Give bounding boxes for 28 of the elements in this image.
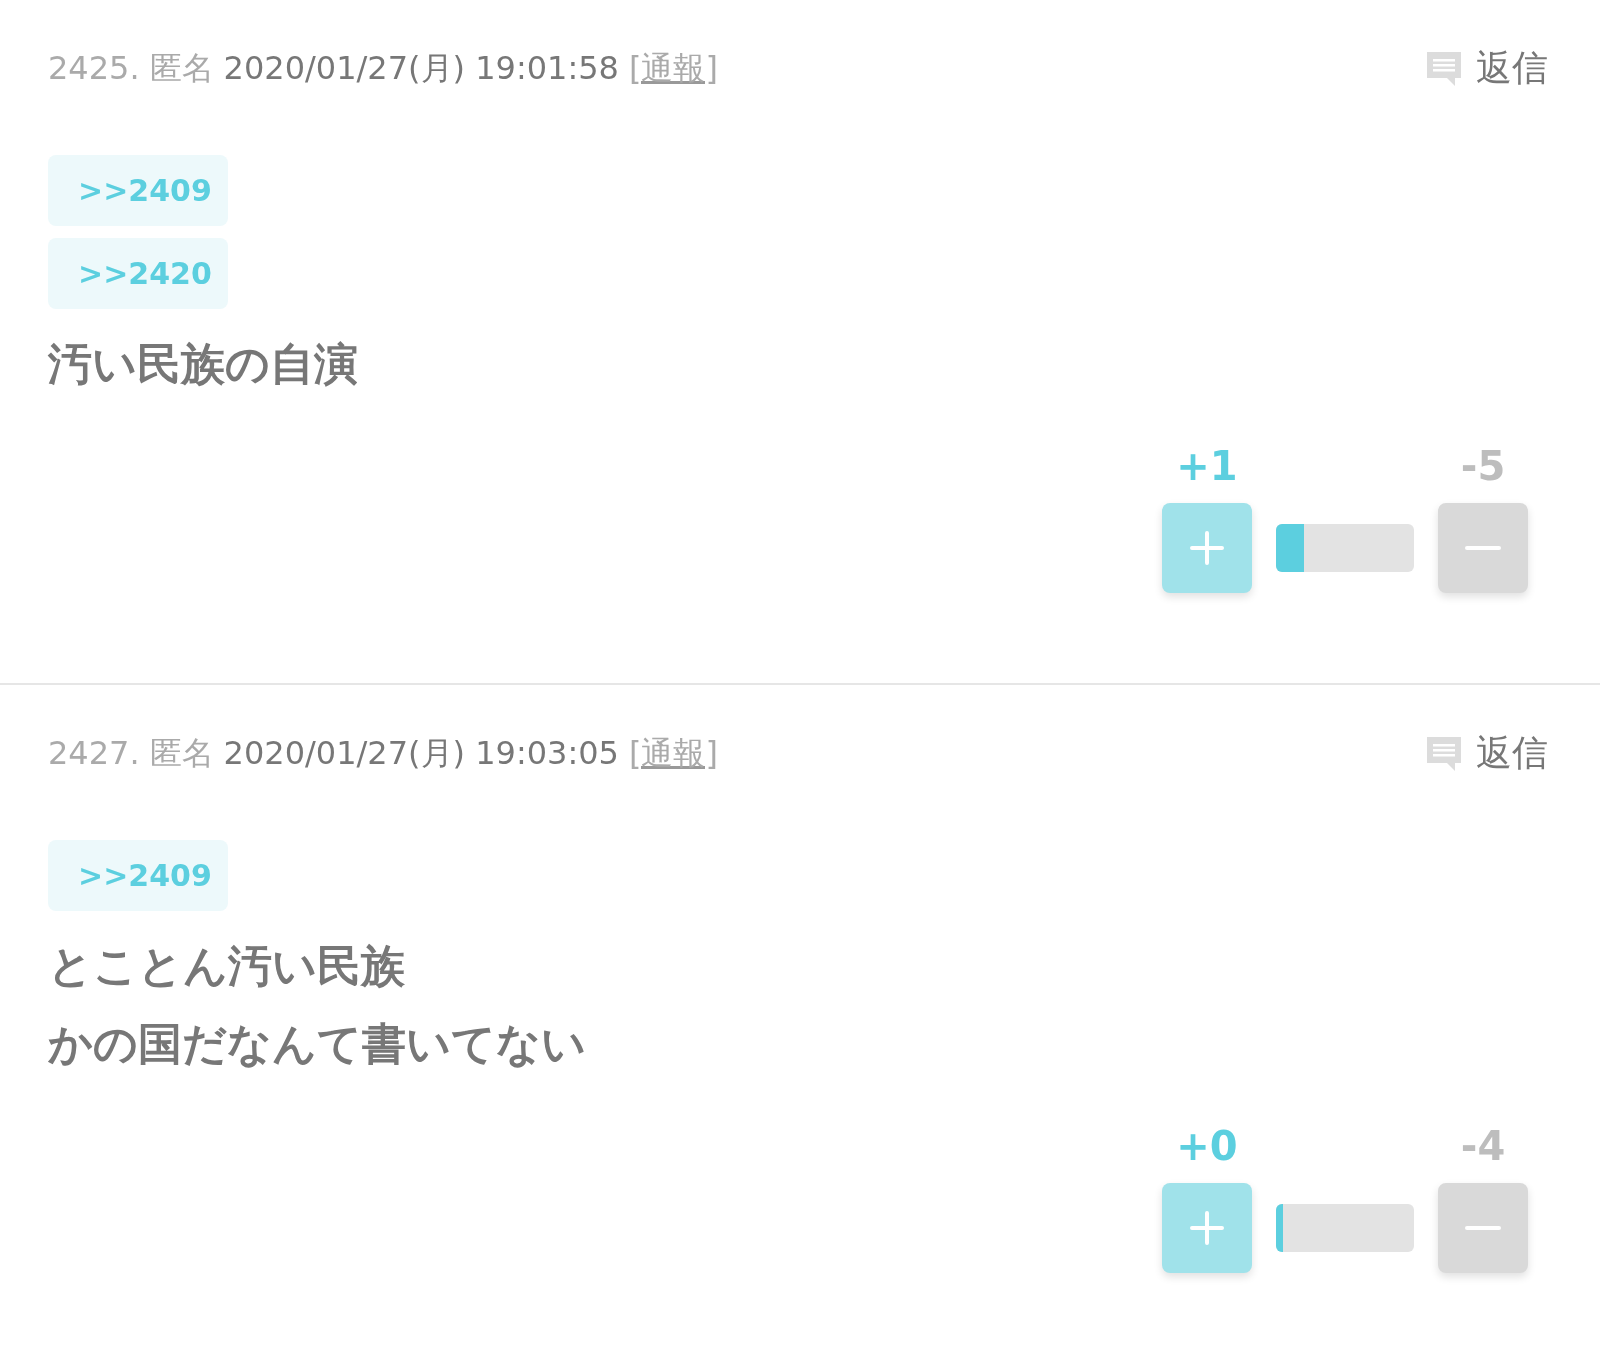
post-body-line: とことん汚い民族 [48, 939, 406, 993]
downvote-count: -4 [1460, 1123, 1506, 1169]
minus-icon [1463, 545, 1503, 551]
minus-icon [1463, 1225, 1503, 1231]
reply-button[interactable]: 返信 [1424, 729, 1548, 778]
report-link[interactable]: [通報] [628, 731, 718, 776]
post-datetime: 2020/01/27(月) 19:03:05 [223, 732, 619, 774]
reply-anchor-link[interactable]: >>2409 [48, 840, 228, 911]
post-number: 2425. [48, 48, 140, 87]
downvote-button[interactable] [1438, 1183, 1528, 1273]
reply-anchor-link[interactable]: >>2420 [48, 238, 228, 309]
poster-name: 匿名 [149, 47, 214, 89]
upvote-button[interactable] [1162, 503, 1252, 593]
post-body-line: 汚い民族の自演 [48, 337, 359, 391]
post-body-line: かの国だなんて書いてない [48, 1017, 587, 1071]
plus-icon [1187, 528, 1227, 568]
poster-name: 匿名 [149, 732, 214, 774]
reply-anchor-link[interactable]: >>2409 [48, 155, 228, 226]
post-datetime: 2020/01/27(月) 19:01:58 [223, 47, 619, 89]
upvote-count: +0 [1176, 1123, 1238, 1169]
upvote-button[interactable] [1162, 1183, 1252, 1273]
downvote-count: -5 [1460, 443, 1506, 489]
plus-icon [1187, 1208, 1227, 1248]
report-link[interactable]: [通報] [628, 46, 718, 91]
downvote-button[interactable] [1438, 503, 1528, 593]
upvote-count: +1 [1176, 443, 1238, 489]
post-number: 2427. [48, 733, 140, 772]
reply-button[interactable]: 返信 [1424, 44, 1548, 93]
